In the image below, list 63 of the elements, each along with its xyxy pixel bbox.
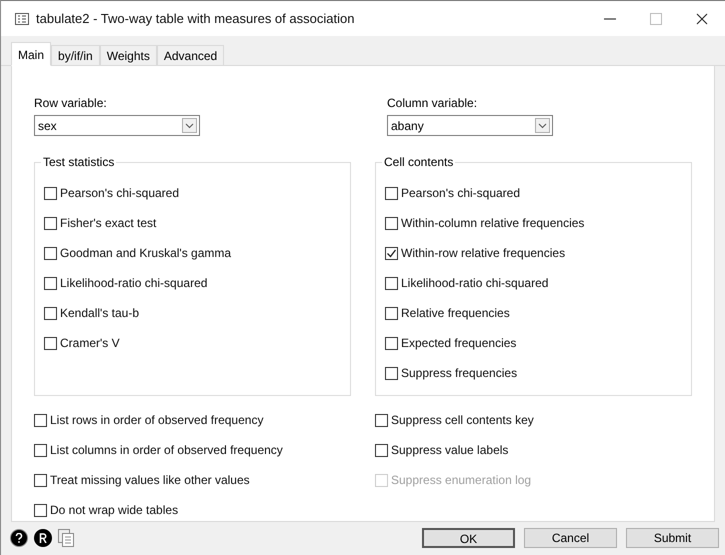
window-title: tabulate2 - Two-way table with measures of association: [36, 10, 354, 28]
maximize-icon: [650, 12, 662, 24]
checkbox[interactable]: [34, 414, 47, 426]
checkbox[interactable]: [44, 306, 57, 320]
checkbox[interactable]: [385, 186, 398, 200]
group-title: Test statistics: [41, 155, 116, 169]
tab[interactable]: Main: [11, 42, 52, 66]
checkbox-label: Treat missing values like other values: [50, 472, 250, 489]
checkbox[interactable]: [385, 216, 398, 230]
checkbox-label: Suppress enumeration log: [391, 472, 532, 489]
checkbox-label: Do not wrap wide tables: [50, 502, 178, 519]
checkbox-label: Within-column relative frequencies: [401, 215, 584, 232]
checkbox-label: Suppress cell contents key: [391, 412, 534, 429]
checkbox-label: Within-row relative frequencies: [401, 245, 566, 262]
checkbox[interactable]: [44, 336, 57, 350]
close-icon: [696, 12, 708, 24]
checkbox-label: Relative frequencies: [401, 305, 510, 322]
minimize-icon: [604, 18, 616, 20]
tab[interactable]: by/if/in: [51, 45, 100, 66]
checkbox-label: Suppress frequencies: [401, 365, 518, 382]
checkbox-label: Likelihood-ratio chi-squared: [401, 275, 548, 292]
checkbox-label: Goodman and Kruskal's gamma: [60, 245, 232, 262]
copy-icon[interactable]: [58, 529, 74, 548]
chevron-icon: [535, 118, 550, 133]
group-title: Cell contents: [382, 155, 456, 169]
field-label: Column variable:: [387, 95, 478, 112]
checkbox-label: Cramer's V: [60, 335, 120, 352]
tab[interactable]: Weights: [100, 45, 157, 66]
checkbox-label: Pearson's chi-squared: [60, 185, 180, 202]
checkbox[interactable]: [34, 444, 47, 456]
app-icon: [15, 12, 29, 24]
tab[interactable]: Advanced: [156, 45, 224, 66]
checkbox[interactable]: [385, 276, 398, 290]
dialog-button[interactable]: OK: [422, 528, 515, 548]
help-icon[interactable]: [10, 529, 28, 548]
checkmark-icon: [386, 248, 397, 258]
dropdown[interactable]: sex: [34, 115, 200, 136]
checkbox[interactable]: [34, 504, 47, 516]
checkbox-label: List columns in order of observed frequency: [50, 442, 283, 459]
chevron-icon: [182, 118, 197, 133]
checkbox-label: Pearson's chi-squared: [401, 185, 520, 202]
dialog-button[interactable]: Submit: [626, 528, 719, 548]
field-label: Row variable:: [34, 95, 108, 112]
dialog-button[interactable]: Cancel: [524, 528, 617, 548]
checkbox-label: List rows in order of observed frequency: [50, 412, 264, 429]
checkbox[interactable]: [375, 414, 388, 426]
checkbox[interactable]: [44, 186, 57, 200]
checkbox[interactable]: [385, 246, 398, 260]
checkbox[interactable]: [385, 336, 398, 350]
dropdown[interactable]: abany: [387, 115, 553, 136]
checkbox-label: Kendall's tau-b: [60, 305, 140, 322]
checkbox[interactable]: [44, 246, 57, 260]
checkbox[interactable]: [44, 276, 57, 290]
checkbox-label: Suppress value labels: [391, 442, 508, 459]
checkbox[interactable]: [385, 366, 398, 380]
checkbox[interactable]: [375, 444, 388, 456]
reset-icon[interactable]: [34, 529, 52, 548]
checkbox-label: Fisher's exact test: [60, 215, 156, 232]
checkbox[interactable]: [44, 216, 57, 230]
checkbox[interactable]: [34, 474, 47, 486]
checkbox-label: Likelihood-ratio chi-squared: [60, 275, 208, 292]
checkbox[interactable]: [385, 306, 398, 320]
checkbox-label: Expected frequencies: [401, 335, 516, 352]
